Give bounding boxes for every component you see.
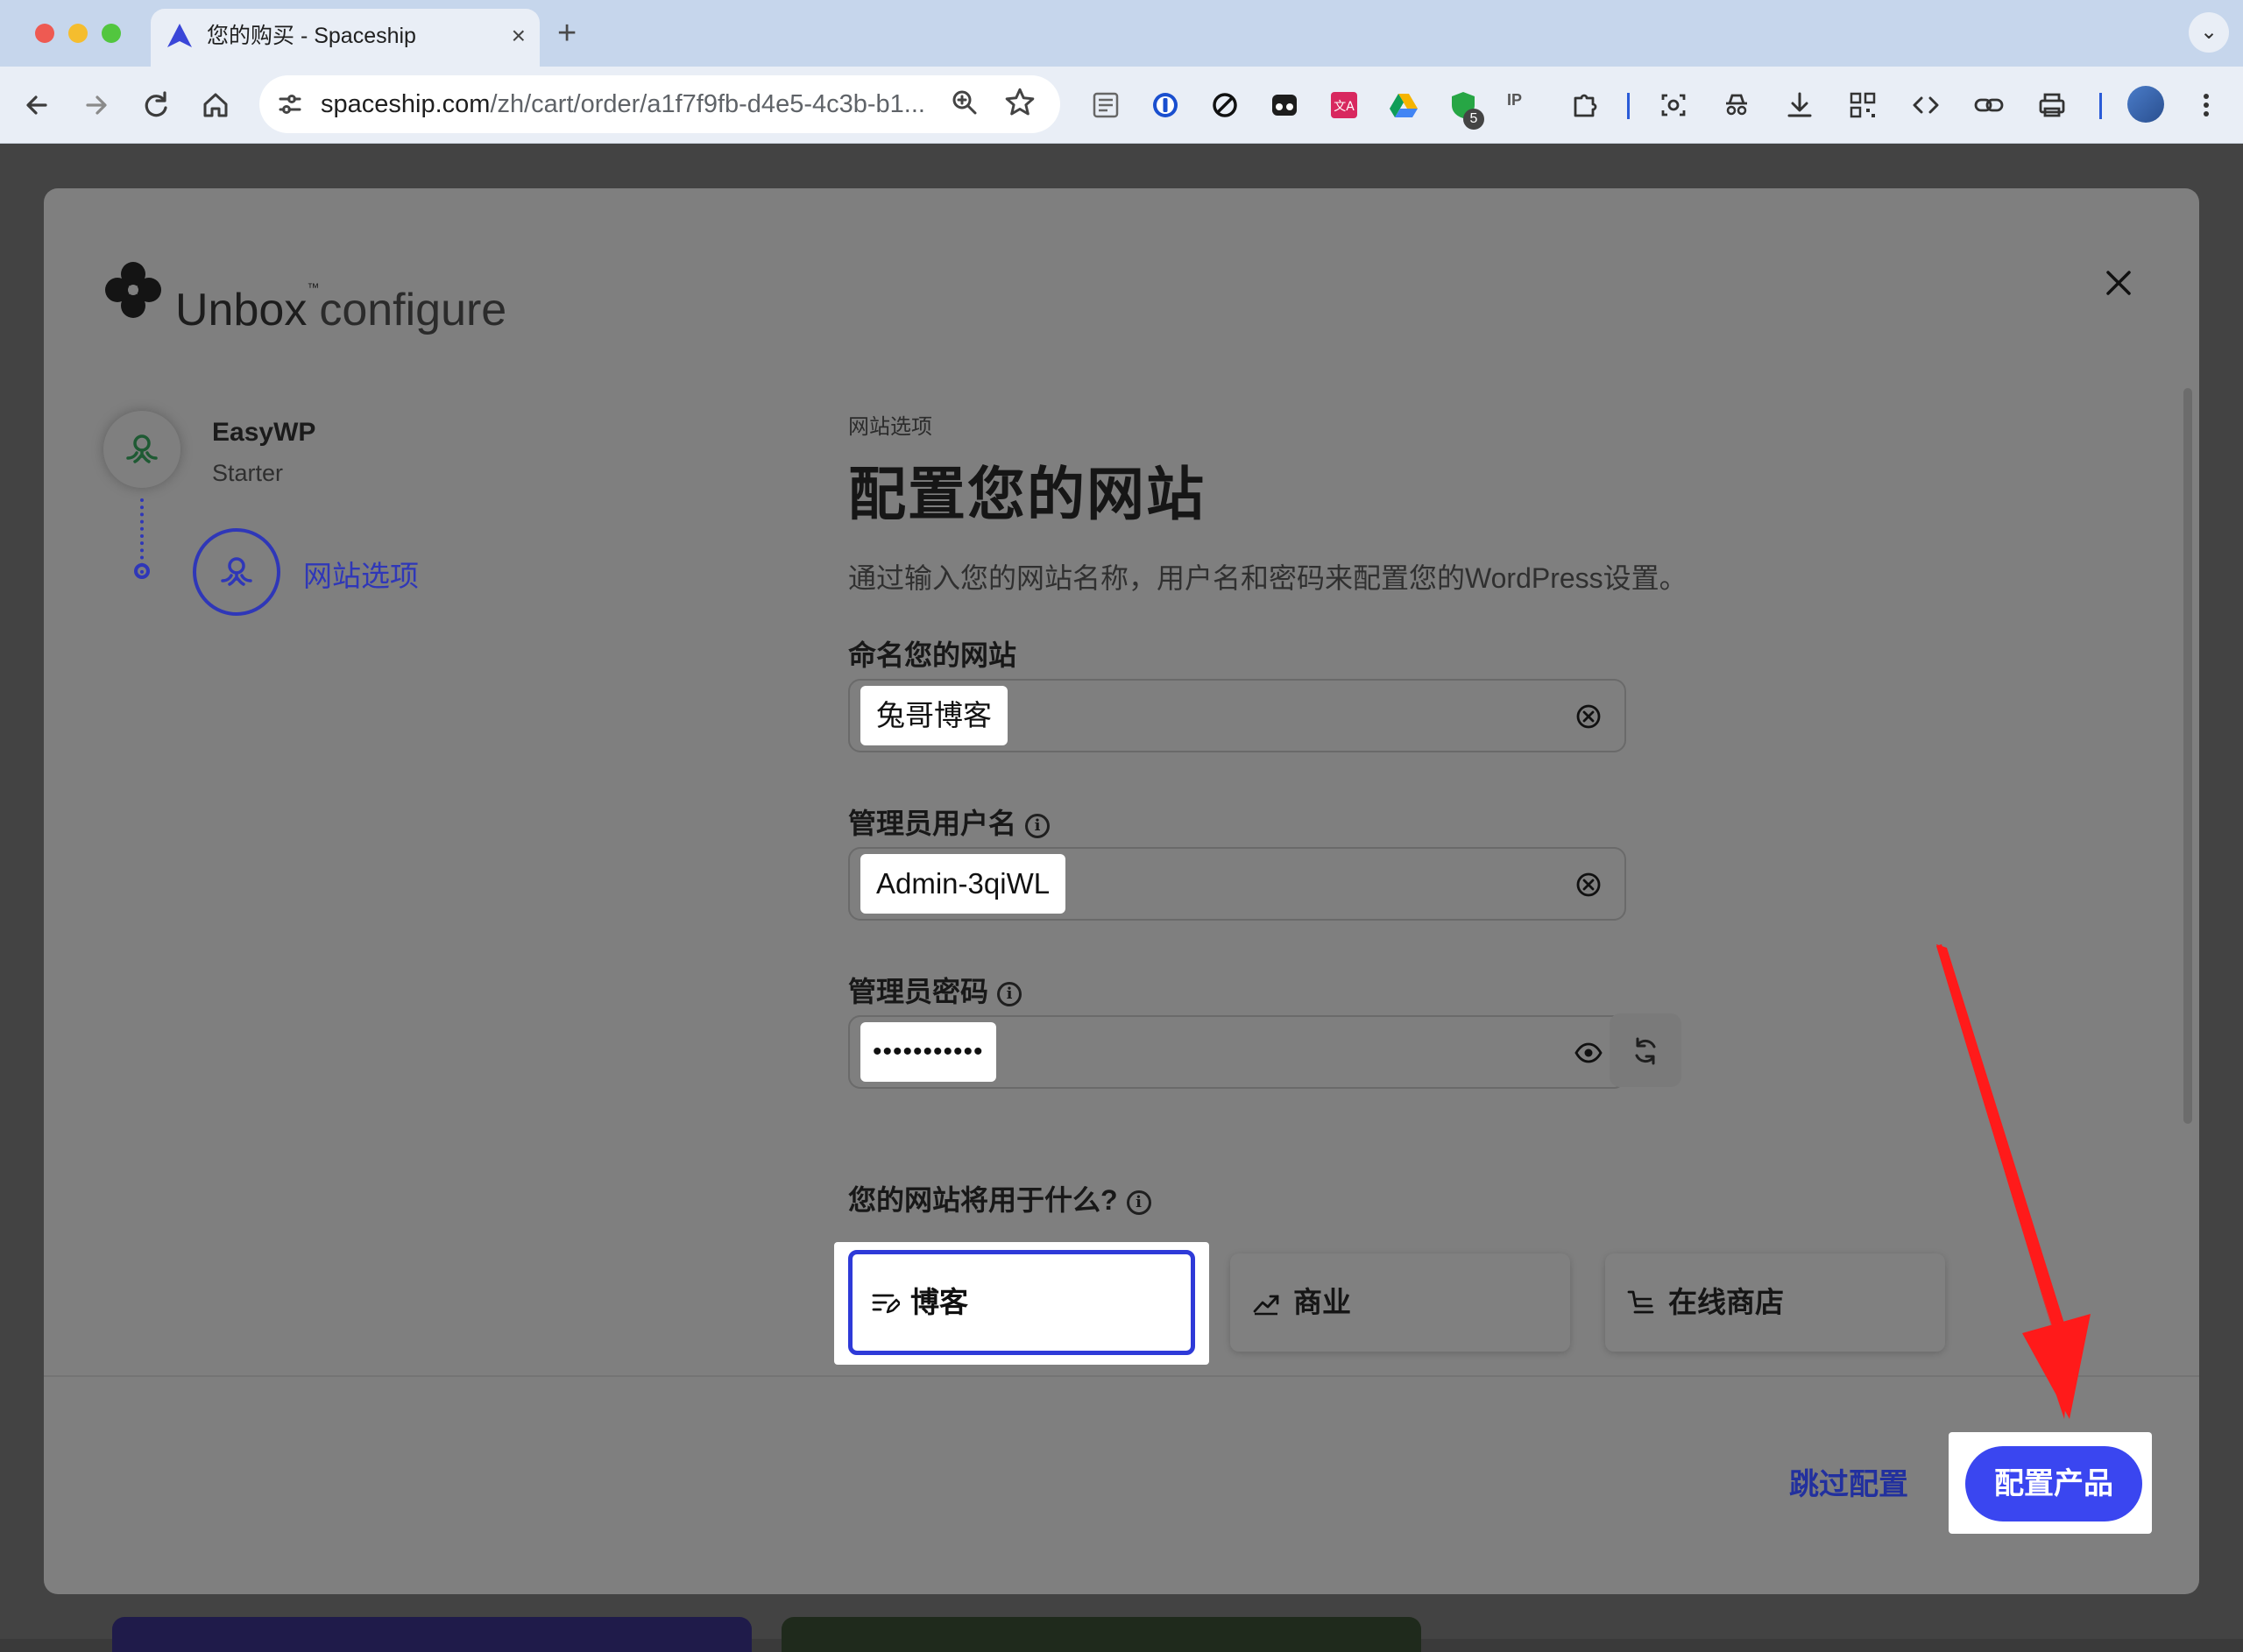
tab-close-icon[interactable]: × bbox=[512, 21, 526, 51]
site-name-value: 兔哥博客 bbox=[860, 686, 1008, 745]
usage-option-label: 在线商店 bbox=[1668, 1286, 1784, 1318]
unbox-logo-icon bbox=[105, 262, 161, 318]
step-website-options-label[interactable]: 网站选项 bbox=[303, 553, 419, 595]
admin-username-label-text: 管理员用户名 bbox=[848, 808, 1017, 839]
print-icon[interactable] bbox=[2036, 89, 2068, 121]
admin-username-value: Admin-3qiWL bbox=[860, 854, 1066, 914]
url-path: /zh/cart/order/a1f7f9fb-d4e5-4c3b-b1... bbox=[490, 90, 925, 118]
regenerate-password-button[interactable] bbox=[1610, 1013, 1681, 1087]
usage-option-business[interactable]: 商业 bbox=[1230, 1253, 1570, 1352]
clear-input-icon[interactable] bbox=[1574, 870, 1603, 900]
footer-divider bbox=[44, 1375, 2199, 1377]
tab-search-button[interactable]: ⌄ bbox=[2189, 12, 2229, 53]
brand-trademark: ™ bbox=[307, 280, 320, 294]
admin-password-field[interactable]: ••••••••••• bbox=[848, 1015, 1626, 1089]
easywp-octopus-icon bbox=[126, 434, 158, 463]
background-card bbox=[112, 1617, 752, 1652]
browser-toolbar: spaceship.com/zh/cart/order/a1f7f9fb-d4e… bbox=[0, 67, 2243, 144]
background-card bbox=[782, 1617, 1421, 1652]
screenshot-icon[interactable] bbox=[1658, 89, 1689, 121]
info-icon[interactable]: i bbox=[1126, 1190, 1151, 1215]
cart-icon bbox=[1627, 1290, 1654, 1314]
back-arrow-icon[interactable] bbox=[18, 86, 56, 124]
skip-configuration-link[interactable]: 跳过配置 bbox=[1789, 1460, 1908, 1503]
address-bar[interactable]: spaceship.com/zh/cart/order/a1f7f9fb-d4e… bbox=[259, 75, 1060, 133]
brand-name: Unbox bbox=[175, 285, 308, 335]
zoom-icon[interactable] bbox=[950, 88, 980, 117]
link-icon[interactable] bbox=[1973, 89, 2005, 121]
configure-product-button[interactable]: 配置产品 bbox=[1965, 1446, 2142, 1521]
page-title: 配置您的网站 bbox=[848, 462, 1206, 526]
site-name-label-text: 命名您的网站 bbox=[848, 639, 1017, 671]
spy-extension-icon[interactable] bbox=[1269, 89, 1300, 121]
window-close-button[interactable] bbox=[35, 24, 54, 43]
chart-icon bbox=[1253, 1295, 1279, 1316]
step-product-plan: Starter bbox=[212, 460, 284, 486]
admin-password-label-text: 管理员密码 bbox=[848, 976, 989, 1007]
qr-code-icon[interactable] bbox=[1847, 89, 1879, 121]
close-icon[interactable] bbox=[2099, 264, 2138, 302]
window-zoom-button[interactable] bbox=[102, 24, 121, 43]
brand-title: Unbox™configure bbox=[175, 257, 506, 341]
blog-icon bbox=[872, 1294, 900, 1314]
svg-text:文A: 文A bbox=[1334, 100, 1355, 114]
home-icon[interactable] bbox=[196, 86, 235, 124]
usage-option-label: 博客 bbox=[910, 1286, 968, 1318]
usage-question-label: 您的网站将用于什么? i bbox=[848, 1178, 1151, 1218]
page-description: 通过输入您的网站名称，用户名和密码来配置您的WordPress设置。 bbox=[848, 562, 1688, 594]
forward-arrow-icon[interactable] bbox=[77, 86, 116, 124]
admin-username-field[interactable]: Admin-3qiWL bbox=[848, 847, 1626, 921]
usage-option-label: 商业 bbox=[1293, 1286, 1351, 1318]
password-manager-icon[interactable] bbox=[1150, 89, 1181, 121]
site-name-field[interactable]: 兔哥博客 bbox=[848, 679, 1626, 752]
admin-password-value: ••••••••••• bbox=[860, 1022, 996, 1082]
step-website-options-badge[interactable] bbox=[193, 528, 280, 616]
extensions-puzzle-icon[interactable] bbox=[1568, 89, 1600, 121]
eye-icon[interactable] bbox=[1574, 1038, 1603, 1068]
ip-extension-label: IP bbox=[1507, 91, 1523, 109]
annotation-arrow bbox=[1936, 944, 2091, 1419]
content-scrollbar[interactable] bbox=[2183, 388, 2192, 1124]
clear-input-icon[interactable] bbox=[1574, 702, 1603, 731]
new-tab-button[interactable]: + bbox=[557, 17, 577, 50]
brand-suffix: configure bbox=[319, 285, 507, 335]
profile-avatar[interactable] bbox=[2127, 86, 2164, 123]
translate-extension-icon[interactable]: 文A bbox=[1328, 89, 1360, 121]
spaceship-favicon-icon bbox=[167, 24, 192, 47]
website-options-octopus-icon bbox=[221, 557, 252, 586]
download-icon[interactable] bbox=[1784, 89, 1815, 121]
usage-question-text: 您的网站将用于什么? bbox=[848, 1184, 1118, 1216]
url-host: spaceship.com bbox=[321, 90, 491, 118]
section-eyebrow: 网站选项 bbox=[848, 415, 932, 439]
bookmark-star-icon[interactable] bbox=[1004, 86, 1036, 117]
reload-icon[interactable] bbox=[137, 86, 175, 124]
usage-option-blog[interactable]: 博客 bbox=[848, 1250, 1195, 1355]
more-menu-icon[interactable] bbox=[2190, 89, 2222, 121]
site-settings-icon[interactable] bbox=[275, 89, 305, 119]
block-icon[interactable] bbox=[1209, 89, 1241, 121]
url-text: spaceship.com/zh/cart/order/a1f7f9fb-d4e… bbox=[321, 75, 925, 133]
step-easywp-badge bbox=[103, 411, 180, 488]
window-minimize-button[interactable] bbox=[68, 24, 88, 43]
configure-modal: Unbox™configure EasyWP Starter 网站选项 网站选项… bbox=[44, 188, 2199, 1594]
browser-tab-active[interactable]: 您的购买 - Spaceship × bbox=[151, 9, 540, 67]
step-product-name: EasyWP bbox=[212, 418, 316, 447]
info-icon[interactable]: i bbox=[997, 982, 1022, 1006]
step-connector-end bbox=[134, 563, 150, 579]
code-icon[interactable] bbox=[1910, 89, 1942, 121]
toolbar-separator bbox=[1627, 93, 1630, 119]
refresh-icon bbox=[1635, 1037, 1656, 1065]
reader-mode-icon[interactable] bbox=[1090, 89, 1122, 121]
ip-extension-icon[interactable]: IP bbox=[1507, 91, 1542, 123]
extension-badge: 5 bbox=[1463, 109, 1484, 130]
toolbar-separator bbox=[2099, 93, 2102, 119]
google-drive-icon[interactable] bbox=[1388, 89, 1419, 121]
tab-title: 您的购买 - Spaceship bbox=[207, 24, 416, 48]
site-name-label: 命名您的网站 bbox=[848, 633, 1016, 674]
info-icon[interactable]: i bbox=[1025, 814, 1051, 838]
admin-password-label: 管理员密码 i bbox=[848, 970, 1022, 1010]
browser-tab-bar: 您的购买 - Spaceship × + ⌄ bbox=[0, 0, 2243, 67]
admin-username-label: 管理员用户名 i bbox=[848, 801, 1051, 842]
incognito-icon[interactable] bbox=[1721, 89, 1752, 121]
